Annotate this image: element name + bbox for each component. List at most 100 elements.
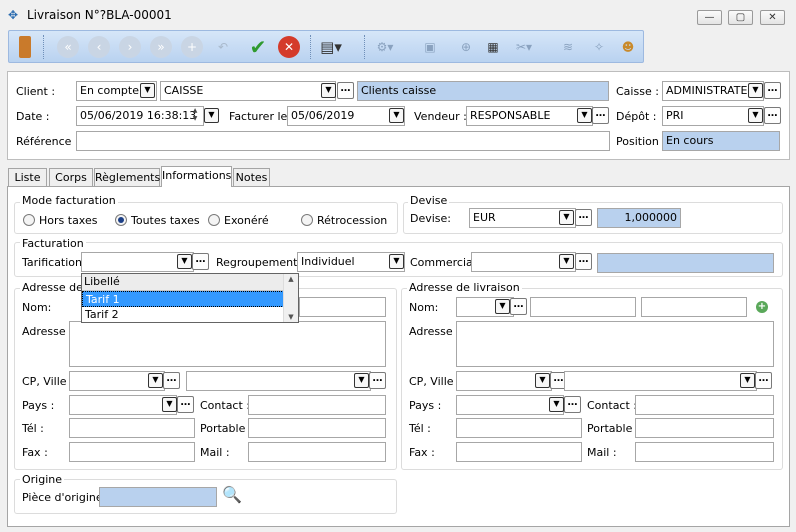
mail-field-fact[interactable]: [248, 442, 386, 462]
chevron-down-icon[interactable]: ▼: [495, 299, 510, 314]
vendeur-select[interactable]: RESPONSABLE: [466, 106, 593, 126]
devise-group: [403, 202, 783, 234]
exit-icon[interactable]: [19, 36, 31, 58]
client-code-field[interactable]: CAISSE: [160, 81, 336, 101]
radio-retrocession[interactable]: [301, 214, 313, 226]
depot-browse-button[interactable]: …: [764, 107, 781, 124]
facturer-date-field[interactable]: 05/06/2019: [287, 106, 405, 126]
mail-label: Mail :: [587, 446, 617, 459]
depot-label: Dépôt :: [616, 110, 657, 123]
cp-ville-label: CP, Ville :: [22, 375, 74, 388]
pays-select-liv[interactable]: [456, 395, 564, 415]
add-record-icon[interactable]: +: [181, 36, 203, 58]
chevron-down-icon[interactable]: ▼: [140, 83, 155, 98]
dropdown-scrollbar[interactable]: ▲ ▼: [283, 274, 298, 322]
contact-field-liv[interactable]: [635, 395, 774, 415]
wand-icon[interactable]: ✧: [588, 36, 610, 58]
ville-select-liv[interactable]: [564, 371, 757, 391]
ville-browse-button[interactable]: …: [755, 372, 772, 389]
nom-field-fact[interactable]: [299, 297, 386, 317]
previous-record-icon[interactable]: ‹: [88, 36, 110, 58]
chevron-down-icon[interactable]: ▼: [389, 254, 404, 269]
pays-browse-button[interactable]: …: [564, 396, 581, 413]
tab-reglements[interactable]: Règlements: [94, 168, 160, 187]
chevron-down-icon[interactable]: ▼: [577, 108, 592, 123]
pays-select-fact[interactable]: [69, 395, 177, 415]
tarification-browse-button[interactable]: …: [192, 253, 209, 270]
date-spinner[interactable]: ▲ ▼: [188, 107, 202, 124]
users-icon[interactable]: ☻: [617, 36, 639, 58]
date-field[interactable]: 05/06/2019 16:38:13: [76, 106, 204, 126]
chevron-down-icon[interactable]: ▼: [535, 373, 550, 388]
tools-icon[interactable]: ✂▾: [513, 36, 535, 58]
radio-hors-taxes[interactable]: [23, 214, 35, 226]
adresse-field-fact[interactable]: [69, 321, 386, 367]
scroll-down-icon[interactable]: ▼: [284, 312, 298, 322]
chevron-down-icon[interactable]: ▼: [559, 254, 574, 269]
add-address-icon[interactable]: +: [756, 301, 768, 313]
chevron-down-icon[interactable]: ▼: [148, 373, 163, 388]
portable-field-fact[interactable]: [248, 418, 386, 438]
chevron-down-icon[interactable]: ▼: [559, 210, 574, 225]
mail-field-liv[interactable]: [635, 442, 774, 462]
chevron-down-icon[interactable]: ▼: [740, 373, 755, 388]
contact-field-fact[interactable]: [248, 395, 386, 415]
fax-field-liv[interactable]: [456, 442, 582, 462]
portable-field-liv[interactable]: [635, 418, 774, 438]
radio-toutes-taxes[interactable]: [115, 214, 127, 226]
chevron-down-icon[interactable]: ▼: [177, 254, 192, 269]
maximize-button[interactable]: ▢: [728, 10, 753, 25]
tel-label: Tél :: [409, 422, 431, 435]
client-browse-button[interactable]: …: [337, 82, 354, 99]
lock-icon[interactable]: ▣: [419, 36, 441, 58]
tab-informations[interactable]: Informations: [161, 166, 232, 187]
tab-liste[interactable]: Liste: [8, 168, 47, 187]
chevron-down-icon[interactable]: ▼: [321, 83, 336, 98]
window: ✥ Livraison N°?BLA-00001 — ▢ ✕ « ‹ › » +…: [0, 0, 796, 532]
add-document-icon[interactable]: ⊕: [455, 36, 477, 58]
nom-field-liv[interactable]: [530, 297, 636, 317]
fax-field-fact[interactable]: [69, 442, 195, 462]
tab-corps[interactable]: Corps: [49, 168, 93, 187]
money-icon[interactable]: ≋: [557, 36, 579, 58]
validate-icon[interactable]: ✔: [247, 36, 269, 58]
chevron-down-icon[interactable]: ▼: [204, 108, 219, 123]
cancel-icon[interactable]: ✕: [278, 36, 300, 58]
undo-icon[interactable]: ↶: [212, 36, 234, 58]
radio-label: Hors taxes: [39, 214, 98, 227]
ville-select-fact[interactable]: [186, 371, 371, 391]
scroll-up-icon[interactable]: ▲: [284, 274, 298, 284]
movie-icon[interactable]: ▦: [482, 36, 504, 58]
chevron-down-icon[interactable]: ▼: [162, 397, 177, 412]
tab-notes[interactable]: Notes: [233, 168, 270, 187]
close-window-button[interactable]: ✕: [760, 10, 785, 25]
last-record-icon[interactable]: »: [150, 36, 172, 58]
dropdown-item[interactable]: Tarif 1: [82, 291, 284, 307]
chevron-down-icon[interactable]: ▼: [748, 108, 763, 123]
print-menu-icon[interactable]: ▤▾: [320, 36, 342, 58]
first-record-icon[interactable]: «: [57, 36, 79, 58]
cp-browse-button[interactable]: …: [163, 372, 180, 389]
pays-browse-button[interactable]: …: [177, 396, 194, 413]
chevron-down-icon[interactable]: ▼: [549, 397, 564, 412]
chevron-down-icon[interactable]: ▼: [354, 373, 369, 388]
caisse-browse-button[interactable]: …: [764, 82, 781, 99]
devise-browse-button[interactable]: …: [575, 209, 592, 226]
search-icon[interactable]: 🔍: [222, 485, 242, 504]
chevron-down-icon[interactable]: ▼: [748, 83, 763, 98]
prenom-field-liv[interactable]: [641, 297, 747, 317]
tel-field-fact[interactable]: [69, 418, 195, 438]
commercial-browse-button[interactable]: …: [575, 253, 592, 270]
dropdown-item[interactable]: Tarif 2: [82, 307, 284, 323]
adresse-field-liv[interactable]: [456, 321, 774, 367]
transfer-icon[interactable]: ⚙▾: [374, 36, 396, 58]
ville-browse-button[interactable]: …: [369, 372, 386, 389]
chevron-down-icon[interactable]: ▼: [389, 108, 404, 123]
nom-browse-button[interactable]: …: [510, 298, 527, 315]
next-record-icon[interactable]: ›: [119, 36, 141, 58]
radio-exonere[interactable]: [208, 214, 220, 226]
reference-field[interactable]: [76, 131, 610, 151]
minimize-button[interactable]: —: [697, 10, 722, 25]
tel-field-liv[interactable]: [456, 418, 582, 438]
vendeur-browse-button[interactable]: …: [592, 107, 609, 124]
